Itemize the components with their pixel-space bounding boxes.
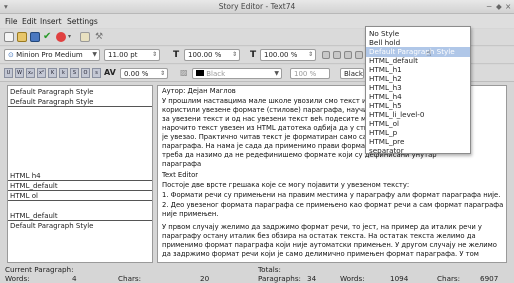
menu-settings[interactable]: Settings bbox=[67, 17, 98, 26]
search-replace-icon[interactable]: ⚒ bbox=[95, 32, 105, 42]
text-line: 1. Формати речи су примењени на правим м… bbox=[162, 191, 501, 199]
text-line: Постоје две врсте грешака које се могу п… bbox=[162, 181, 410, 189]
small-caps-icon[interactable]: k bbox=[59, 68, 68, 78]
list-item[interactable]: HTML h4 bbox=[8, 171, 152, 181]
text-line: није примењен. bbox=[162, 210, 219, 218]
align-justify-icon[interactable] bbox=[355, 51, 363, 59]
title-bar: ▾ Story Editor - Text74 − ◆ × bbox=[0, 0, 514, 14]
new-document-icon[interactable] bbox=[4, 32, 14, 42]
fill-shade-field[interactable]: 100 % bbox=[290, 68, 330, 79]
word-underline-icon[interactable]: W bbox=[15, 68, 24, 78]
text-line: 2. Део увезеног формата параграфа се при… bbox=[162, 201, 504, 209]
font-size-field[interactable]: 11.00 pt ⇕ bbox=[104, 49, 160, 61]
chevron-down-icon: ▼ bbox=[92, 51, 97, 58]
fill-color-swatch bbox=[196, 70, 204, 76]
close-icon[interactable]: × bbox=[505, 2, 511, 11]
font-family-value: Minion Pro Medium bbox=[16, 51, 83, 59]
chars-value: 20 bbox=[200, 274, 210, 283]
list-item[interactable]: HTML ol bbox=[8, 191, 152, 201]
menu-insert[interactable]: Insert bbox=[40, 17, 62, 26]
list-item[interactable]: Default Paragraph Style bbox=[8, 221, 152, 231]
menu-file[interactable]: File bbox=[5, 17, 18, 26]
all-caps-icon[interactable]: K bbox=[48, 68, 57, 78]
text-line: Аутор: Дејан Маглов bbox=[162, 87, 236, 95]
spin-arrows-icon: ⇕ bbox=[151, 51, 157, 58]
kerning-field[interactable]: 0.00 % ⇕ bbox=[120, 68, 168, 79]
style-option[interactable]: separator bbox=[366, 146, 470, 156]
window-title: Story Editor - Text74 bbox=[218, 2, 296, 11]
total-words-label: Words: bbox=[340, 274, 365, 283]
dropdown-arrow-icon[interactable]: ▾ bbox=[68, 32, 78, 42]
paragraphs-value: 34 bbox=[307, 274, 317, 283]
strikethrough-icon[interactable]: S bbox=[70, 68, 79, 78]
kerning-value: 0.00 % bbox=[124, 70, 149, 78]
chars-label: Chars: bbox=[118, 274, 142, 283]
subscript-icon[interactable]: x₂ bbox=[26, 68, 35, 78]
words-value: 4 bbox=[72, 274, 77, 283]
fill-color-icon: ▨ bbox=[180, 68, 188, 77]
update-icon[interactable] bbox=[80, 32, 90, 42]
paragraphs-label: Paragraphs: bbox=[258, 274, 301, 283]
status-bar: Current Paragraph: Words: 4 Chars: 20 To… bbox=[0, 264, 514, 283]
list-item[interactable]: HTML_default bbox=[8, 211, 152, 221]
align-left-icon[interactable] bbox=[322, 51, 330, 59]
save-icon[interactable] bbox=[30, 32, 40, 42]
current-paragraph-label: Current Paragraph: bbox=[5, 265, 74, 274]
vertical-scale-field[interactable]: 100.00 % ⇕ bbox=[260, 49, 316, 61]
total-chars-value: 6907 bbox=[480, 274, 499, 283]
vertical-scale-value: 100.00 % bbox=[264, 51, 298, 59]
total-words-value: 1094 bbox=[390, 274, 409, 283]
words-label: Words: bbox=[5, 274, 30, 283]
list-item[interactable]: Default Paragraph Style bbox=[8, 97, 152, 107]
vertical-scale-icon: T bbox=[250, 50, 257, 60]
menu-edit[interactable]: Edit bbox=[22, 17, 37, 26]
kerning-icon: AV bbox=[104, 68, 116, 77]
mouse-pointer-icon: ☝ bbox=[426, 49, 432, 59]
horizontal-scale-field[interactable]: 100.00 % ⇕ bbox=[184, 49, 240, 61]
text-line: параграфа bbox=[162, 160, 202, 168]
list-item[interactable]: HTML_default bbox=[8, 181, 152, 191]
text-line: Text Editor bbox=[162, 171, 199, 179]
stroke-color-combo[interactable]: Black bbox=[340, 68, 364, 79]
text-line: применимо формат параграфа који није аут… bbox=[162, 241, 497, 249]
list-item[interactable]: Default Paragraph Style bbox=[8, 87, 152, 97]
spin-arrows-icon: ⇕ bbox=[307, 51, 313, 58]
outline-icon[interactable]: O bbox=[81, 68, 90, 78]
checkmark-icon[interactable]: ✔ bbox=[43, 32, 53, 42]
paragraph-style-list[interactable]: Default Paragraph Style Default Paragrap… bbox=[7, 85, 153, 263]
font-family-combo[interactable]: ⊙ Minion Pro Medium ▼ bbox=[4, 49, 100, 61]
shadow-icon[interactable]: s bbox=[92, 68, 101, 78]
horizontal-scale-icon: T bbox=[173, 50, 180, 60]
maximize-icon[interactable]: ◆ bbox=[496, 2, 502, 11]
horizontal-scale-value: 100.00 % bbox=[188, 51, 222, 59]
text-line: да задржимо формат речи који је само дел… bbox=[162, 250, 479, 258]
cancel-icon[interactable] bbox=[56, 32, 66, 42]
open-folder-icon[interactable] bbox=[17, 32, 27, 42]
spin-arrows-icon: ⇕ bbox=[231, 51, 237, 58]
font-icon: ⊙ bbox=[8, 51, 17, 59]
underline-icon[interactable]: U bbox=[4, 68, 13, 78]
align-center-icon[interactable] bbox=[333, 51, 341, 59]
align-right-icon[interactable] bbox=[344, 51, 352, 59]
fill-color-value: Black bbox=[206, 70, 226, 78]
superscript-icon[interactable]: x² bbox=[37, 68, 46, 78]
total-chars-label: Chars: bbox=[437, 274, 461, 283]
minimize-icon[interactable]: − bbox=[486, 2, 492, 11]
text-line: У првом случају желимо да задржимо форма… bbox=[162, 223, 482, 231]
stroke-color-value: Black bbox=[344, 70, 363, 78]
fill-shade-value: 100 % bbox=[294, 70, 317, 78]
chevron-down-icon: ▼ bbox=[274, 70, 279, 77]
fill-color-combo[interactable]: Black ▼ bbox=[192, 68, 282, 79]
text-line: параграфу остану италик без обзира на ос… bbox=[162, 232, 476, 240]
spin-arrows-icon: ⇕ bbox=[159, 70, 165, 77]
paragraph-style-dropdown[interactable]: No Style Bell hold Default Paragraph Sty… bbox=[365, 26, 471, 156]
totals-label: Totals: bbox=[258, 265, 281, 274]
font-size-value: 11.00 pt bbox=[108, 51, 138, 59]
